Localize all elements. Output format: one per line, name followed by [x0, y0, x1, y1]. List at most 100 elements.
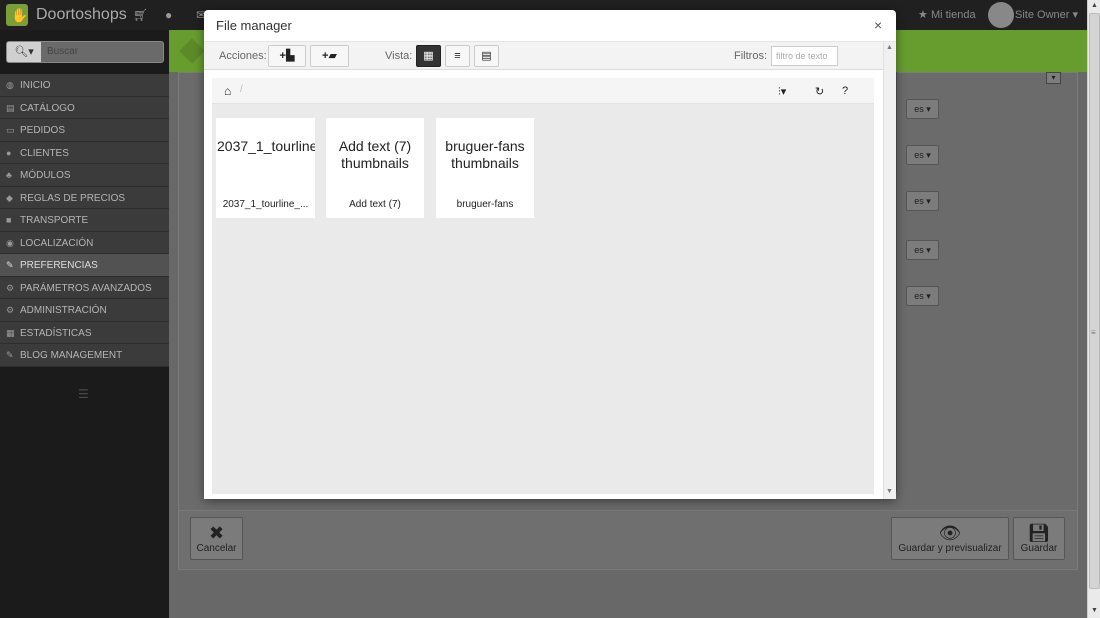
- file-name: Add text (7): [349, 199, 401, 210]
- search-scope-button[interactable]: 🔍︎▾: [7, 42, 41, 62]
- my-shop-label: Mi tienda: [930, 9, 976, 21]
- cancel-label: Cancelar: [196, 543, 237, 554]
- sidebar-item-label: INICIO: [20, 80, 51, 91]
- search-box: 🔍︎▾ Buscar: [6, 41, 164, 63]
- language-label: es: [914, 150, 924, 160]
- floppy-disk-icon: 💾︎: [1027, 523, 1051, 543]
- new-file-button[interactable]: +▙: [268, 45, 306, 67]
- collapse-menu-icon[interactable]: ☰: [78, 387, 89, 401]
- columns-view-button[interactable]: ▤: [474, 45, 499, 67]
- language-button[interactable]: es ▾: [906, 286, 939, 306]
- scrollbar-thumb[interactable]: [1089, 13, 1100, 589]
- cog-icon: ⚙: [6, 305, 15, 315]
- globe-icon: ◉: [6, 237, 14, 248]
- home-icon[interactable]: ⌂: [224, 84, 231, 98]
- file-tile[interactable]: Add text (7) thumbnails Add text (7): [326, 118, 424, 218]
- list-icon: ≡: [454, 50, 461, 62]
- my-shop-link[interactable]: ★ Mi tienda: [918, 8, 976, 21]
- cancel-button[interactable]: ✖ Cancelar: [190, 517, 243, 560]
- sidebar-item-modulos[interactable]: ♣ MÓDULOS: [0, 164, 169, 187]
- file-manager-modal: File manager × Acciones: +▙ +▰ Vista: ▦ …: [204, 10, 896, 499]
- language-label: es: [914, 291, 924, 301]
- sidebar-item-parametros-avanzados[interactable]: ⚙ PARÁMETROS AVANZADOS: [0, 277, 169, 299]
- sidebar-item-label: MÓDULOS: [20, 170, 71, 181]
- sidebar-item-clientes[interactable]: ● CLIENTES: [0, 142, 169, 164]
- save-and-preview-button[interactable]: 👁︎ Guardar y previsualizar: [891, 517, 1009, 560]
- truck-icon: ■: [6, 215, 12, 225]
- cogs-icon: ⚙: [6, 282, 15, 293]
- sidebar-item-label: LOCALIZACIÓN: [20, 237, 94, 249]
- actions-label: Acciones:: [219, 50, 267, 62]
- save-and-preview-label: Guardar y previsualizar: [898, 543, 1002, 554]
- sidebar-item-label: CLIENTES: [20, 147, 69, 159]
- add-folder-icon: +▰: [322, 50, 337, 62]
- filters-label: Filtros:: [734, 50, 767, 62]
- scroll-down-arrow-icon[interactable]: ▼: [1089, 605, 1100, 617]
- scrollbar-grip-icon: ≡: [1091, 328, 1096, 337]
- sidebar-item-estadisticas[interactable]: ▦ ESTADÍSTICAS: [0, 322, 169, 344]
- language-button[interactable]: es ▾: [906, 191, 939, 211]
- dashboard-icon: ◍: [6, 80, 14, 90]
- sidebar-item-administracion[interactable]: ⚙ ADMINISTRACIÓN: [0, 299, 169, 322]
- shop-name[interactable]: Doortoshops: [36, 6, 127, 24]
- language-label: es: [914, 245, 924, 255]
- file-grid: 2037_1_tourline_ex thumb 2037_1_tourline…: [212, 104, 874, 494]
- close-icon[interactable]: ×: [874, 17, 882, 33]
- view-label: Vista:: [385, 50, 413, 62]
- language-label: es: [914, 104, 924, 114]
- user-name: Site Owner: [1015, 9, 1070, 21]
- file-name: bruguer-fans: [456, 199, 514, 210]
- sidebar-item-blog-management[interactable]: ✎ BLOG MANAGEMENT: [0, 344, 169, 367]
- select-dropdown-arrow-icon[interactable]: ▾: [1046, 72, 1061, 84]
- sidebar-item-transporte[interactable]: ■ TRANSPORTE: [0, 209, 169, 232]
- avatar[interactable]: [988, 2, 1014, 28]
- cart-icon[interactable]: 🛒︎: [133, 8, 148, 22]
- sidebar-item-catalogo[interactable]: ▤ CATÁLOGO: [0, 97, 169, 119]
- scroll-up-arrow-icon[interactable]: ▲: [1089, 0, 1100, 12]
- sidebar-item-label: BLOG MANAGEMENT: [20, 350, 123, 361]
- new-folder-button[interactable]: +▰: [310, 45, 349, 67]
- sidebar-item-localizacion[interactable]: ◉ LOCALIZACIÓN: [0, 232, 169, 254]
- columns-icon: ▤: [481, 50, 492, 62]
- file-manager-toolbar: Acciones: +▙ +▰ Vista: ▦ ≡ ▤ Filtros: fi…: [204, 42, 883, 70]
- search-input[interactable]: Buscar: [47, 46, 78, 57]
- modal-title: File manager: [216, 18, 292, 33]
- sidebar-item-label: PEDIDOS: [20, 125, 66, 136]
- user-icon[interactable]: ●: [165, 8, 172, 22]
- list-view-button[interactable]: ≡: [445, 45, 470, 67]
- modal-scrollbar[interactable]: ▲ ▼: [883, 42, 896, 499]
- file-thumbnail: bruguer-fans thumbnails: [445, 138, 525, 171]
- scroll-up-arrow-icon[interactable]: ▲: [886, 44, 893, 51]
- file-name: 2037_1_tourline_...: [222, 199, 309, 210]
- sidebar-item-inicio[interactable]: ◍ INICIO: [0, 74, 169, 97]
- user-menu[interactable]: Site Owner ▾: [1015, 8, 1078, 21]
- grid-view-button[interactable]: ▦: [416, 45, 441, 67]
- filter-text-input[interactable]: filtro de texto: [771, 46, 838, 66]
- file-tile[interactable]: bruguer-fans thumbnails bruguer-fans: [436, 118, 534, 218]
- logo-icon[interactable]: ✋: [6, 4, 28, 26]
- sidebar-menu: ◍ INICIO ▤ CATÁLOGO ▭ PEDIDOS ● CLIENTES ♣ MÓ…: [0, 74, 169, 367]
- sidebar-item-pedidos[interactable]: ▭ PEDIDOS: [0, 119, 169, 142]
- refresh-icon[interactable]: ↻: [815, 85, 824, 98]
- close-icon: ✖: [208, 523, 225, 543]
- language-button[interactable]: es ▾: [906, 240, 939, 260]
- help-icon[interactable]: ?: [842, 85, 848, 97]
- sidebar-item-label: ADMINISTRACIÓN: [20, 305, 107, 316]
- page-scrollbar[interactable]: ▲ ≡ ▼: [1087, 0, 1100, 618]
- sidebar-item-preferencias[interactable]: ✎ PREFERENCIAS: [0, 254, 169, 277]
- sidebar-item-label: CATÁLOGO: [20, 102, 75, 114]
- search-icon: 🔍︎: [14, 46, 29, 58]
- breadcrumb: ⌂ / ⫶▾ ↻ ?: [212, 78, 874, 104]
- add-file-icon: +▙: [279, 50, 295, 62]
- language-button[interactable]: es ▾: [906, 145, 939, 165]
- language-button[interactable]: es ▾: [906, 99, 939, 119]
- file-tile[interactable]: 2037_1_tourline_ex thumb 2037_1_tourline…: [216, 118, 315, 218]
- sort-icon[interactable]: ⫶▾: [778, 85, 786, 99]
- modal-header: File manager ×: [204, 10, 896, 42]
- language-label: es: [914, 196, 924, 206]
- sidebar-item-reglas-de-precios[interactable]: ◆ REGLAS DE PRECIOS: [0, 187, 169, 209]
- book-icon: ▤: [6, 102, 15, 113]
- tag-icon: ◆: [6, 192, 13, 203]
- save-button[interactable]: 💾︎ Guardar: [1013, 517, 1065, 560]
- scroll-down-arrow-icon[interactable]: ▼: [886, 488, 893, 495]
